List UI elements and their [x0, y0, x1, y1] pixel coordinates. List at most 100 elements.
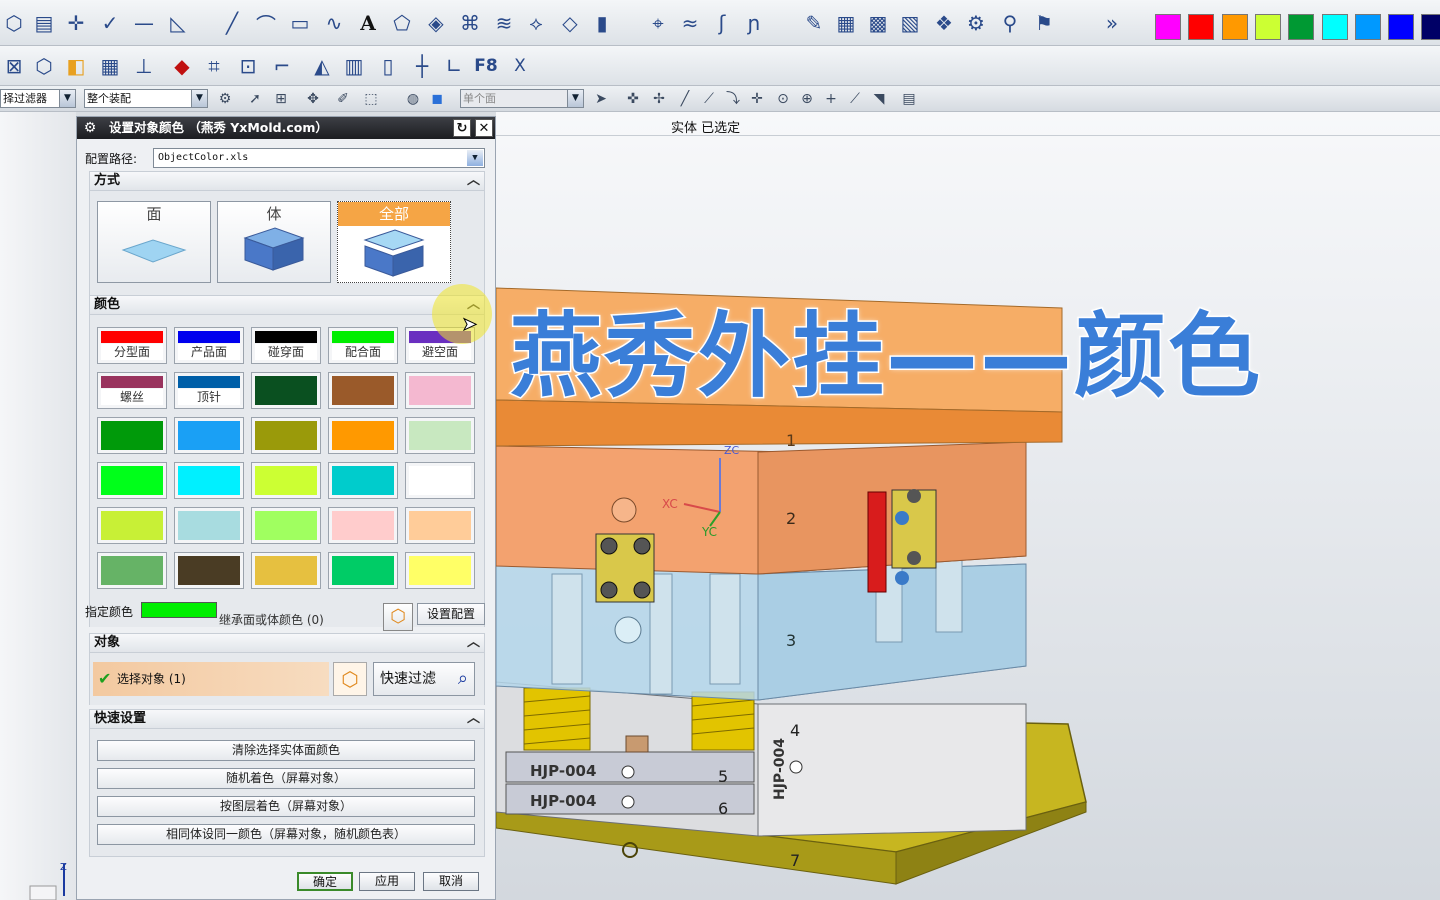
wave-icon[interactable]: ≈ [676, 9, 704, 37]
solid-cube-icon[interactable]: ◆ [168, 52, 196, 80]
mold-model[interactable]: 1 2 3 4 5 6 7 HJP-004 HJP-004 HJP-004 ZC… [496, 112, 1440, 900]
close-icon[interactable]: ✕ [475, 119, 493, 137]
color-swatch[interactable] [1388, 14, 1414, 40]
random-color-button[interactable]: 随机着色（屏幕对象） [97, 768, 475, 789]
color-option-10[interactable] [97, 417, 167, 454]
snap-line-icon[interactable]: ╱ [676, 90, 694, 108]
snap-point-icon[interactable]: ✜ [624, 90, 642, 108]
project-icon[interactable]: ⟡ [522, 9, 550, 37]
snap-face-icon[interactable]: ◥ [870, 90, 888, 108]
polygon-icon[interactable]: ⬠ [388, 9, 416, 37]
reset-icon[interactable]: ↻ [453, 119, 471, 137]
window-icon[interactable]: ▥ [340, 52, 368, 80]
color-swatch[interactable] [1188, 14, 1214, 40]
graphics-viewport[interactable]: 1 2 3 4 5 6 7 HJP-004 HJP-004 HJP-004 ZC… [496, 112, 1440, 900]
arc-icon[interactable]: ⌒ [252, 9, 280, 37]
solid-icon[interactable]: ◼ [428, 90, 446, 108]
thru-curves-icon[interactable]: ▧ [896, 9, 924, 37]
mode-all-button[interactable]: 全部 [337, 201, 451, 283]
color-option-8[interactable] [328, 372, 398, 409]
color-swatch[interactable] [1222, 14, 1248, 40]
line-icon[interactable]: — [130, 9, 158, 37]
color-option-24[interactable] [405, 507, 475, 544]
grid-surface-icon[interactable]: ▩ [864, 9, 892, 37]
block-icon[interactable]: ◧ [62, 52, 90, 80]
color-grid-icon[interactable]: ▦ [96, 52, 124, 80]
select-plus-icon[interactable]: ⊞ [272, 90, 290, 108]
color-swatch[interactable] [1322, 14, 1348, 40]
color-swatch[interactable] [1421, 14, 1440, 40]
stack-icon[interactable]: ◭ [308, 52, 336, 80]
axis-icon[interactable]: ∟ [440, 52, 468, 80]
snap-arc-icon[interactable]: ⤵ [724, 90, 742, 108]
rectangle-icon[interactable]: ▭ [286, 9, 314, 37]
color-swatch[interactable] [1255, 14, 1281, 40]
snap-intersect-icon[interactable]: ✛ [748, 90, 766, 108]
color-option-20[interactable] [97, 507, 167, 544]
select-paint-icon[interactable]: ✐ [334, 90, 352, 108]
color-option-25[interactable] [97, 552, 167, 589]
assembly-scope-select[interactable]: 整个装配 ▼ [84, 89, 208, 108]
config-path-select[interactable]: ObjectColor.xls ▼ [153, 148, 485, 168]
snap-mid-icon[interactable]: ⟋ [700, 90, 718, 108]
color-option-23[interactable] [328, 507, 398, 544]
f8-icon[interactable]: F8 [472, 52, 500, 80]
section-color-header[interactable]: 颜色 ︿ [89, 295, 485, 315]
door-icon[interactable]: ▯ [374, 52, 402, 80]
color-option-12[interactable] [251, 417, 321, 454]
section-mode-header[interactable]: 方式 ︿ [89, 171, 485, 191]
check-surface-icon[interactable]: ⚑ [1030, 9, 1058, 37]
color-swatch[interactable] [1355, 14, 1381, 40]
select-move-icon[interactable]: ✥ [304, 90, 322, 108]
surface-icon[interactable]: ◈ [422, 9, 450, 37]
color-option-9[interactable] [405, 372, 475, 409]
spline-icon[interactable]: ∿ [320, 9, 348, 37]
color-option-6[interactable]: 顶针 [174, 372, 244, 409]
snap-center-icon[interactable]: ⊙ [774, 90, 792, 108]
extrude-icon[interactable]: ▮ [588, 9, 616, 37]
split-icon[interactable]: ⊠ [0, 52, 28, 80]
color-option-3[interactable]: 配合面 [328, 327, 398, 364]
studio-surface-icon[interactable]: ❖ [930, 9, 958, 37]
color-option-18[interactable] [328, 462, 398, 499]
bridge-curve-icon[interactable]: ʃ [708, 9, 736, 37]
color-option-28[interactable] [328, 552, 398, 589]
pocket-icon[interactable]: ⊡ [234, 52, 262, 80]
extract-icon[interactable]: ◇ [556, 9, 584, 37]
color-option-5[interactable]: 螺丝 [97, 372, 167, 409]
box-icon[interactable]: ⬡ [30, 52, 58, 80]
color-option-15[interactable] [97, 462, 167, 499]
color-option-2[interactable]: 碰穿面 [251, 327, 321, 364]
color-swatch[interactable] [1155, 14, 1181, 40]
apply-button[interactable]: 应用 [359, 872, 415, 891]
measure-icon[interactable]: ⌖ [644, 9, 672, 37]
snap-curve-icon[interactable]: ⟋ [846, 90, 864, 108]
line-tool-icon[interactable]: ╱ [218, 9, 246, 37]
rect-select-icon[interactable]: ⬚ [362, 90, 380, 108]
snap-existing-icon[interactable]: + [822, 90, 840, 108]
color-option-0[interactable]: 分型面 [97, 327, 167, 364]
offset-icon[interactable]: ≋ [490, 9, 518, 37]
analysis-icon[interactable]: ⚙ [962, 9, 990, 37]
trim-icon[interactable]: ⌘ [456, 9, 484, 37]
section-quick-header[interactable]: 快速设置 ︿ [89, 709, 485, 729]
body-icon[interactable]: ◍ [404, 90, 422, 108]
color-option-13[interactable] [328, 417, 398, 454]
select-object-row[interactable]: ✔ 选择对象 (1) [93, 662, 329, 696]
color-option-14[interactable] [405, 417, 475, 454]
section-object-header[interactable]: 对象 ︿ [89, 633, 485, 653]
mode-face-button[interactable]: 面 [97, 201, 211, 283]
dialog-title-bar[interactable]: ⚙ 设置对象颜色 （燕秀 YxMold.com） ↻ ✕ [77, 117, 495, 139]
snap-end-icon[interactable]: ✢ [650, 90, 668, 108]
cube-select-icon[interactable]: ⬡ [0, 9, 28, 37]
frame-icon[interactable]: ⌗ [200, 52, 228, 80]
color-option-22[interactable] [251, 507, 321, 544]
helix-icon[interactable]: ɲ [740, 9, 768, 37]
specified-color-swatch[interactable] [141, 602, 217, 618]
mode-body-button[interactable]: 体 [217, 201, 331, 283]
base-icon[interactable]: ⊥ [130, 52, 158, 80]
color-option-26[interactable] [174, 552, 244, 589]
cube-select-icon[interactable]: ⬡ [333, 662, 367, 696]
curve-check-icon[interactable]: ✓ [96, 9, 124, 37]
color-swatch[interactable] [1288, 14, 1314, 40]
